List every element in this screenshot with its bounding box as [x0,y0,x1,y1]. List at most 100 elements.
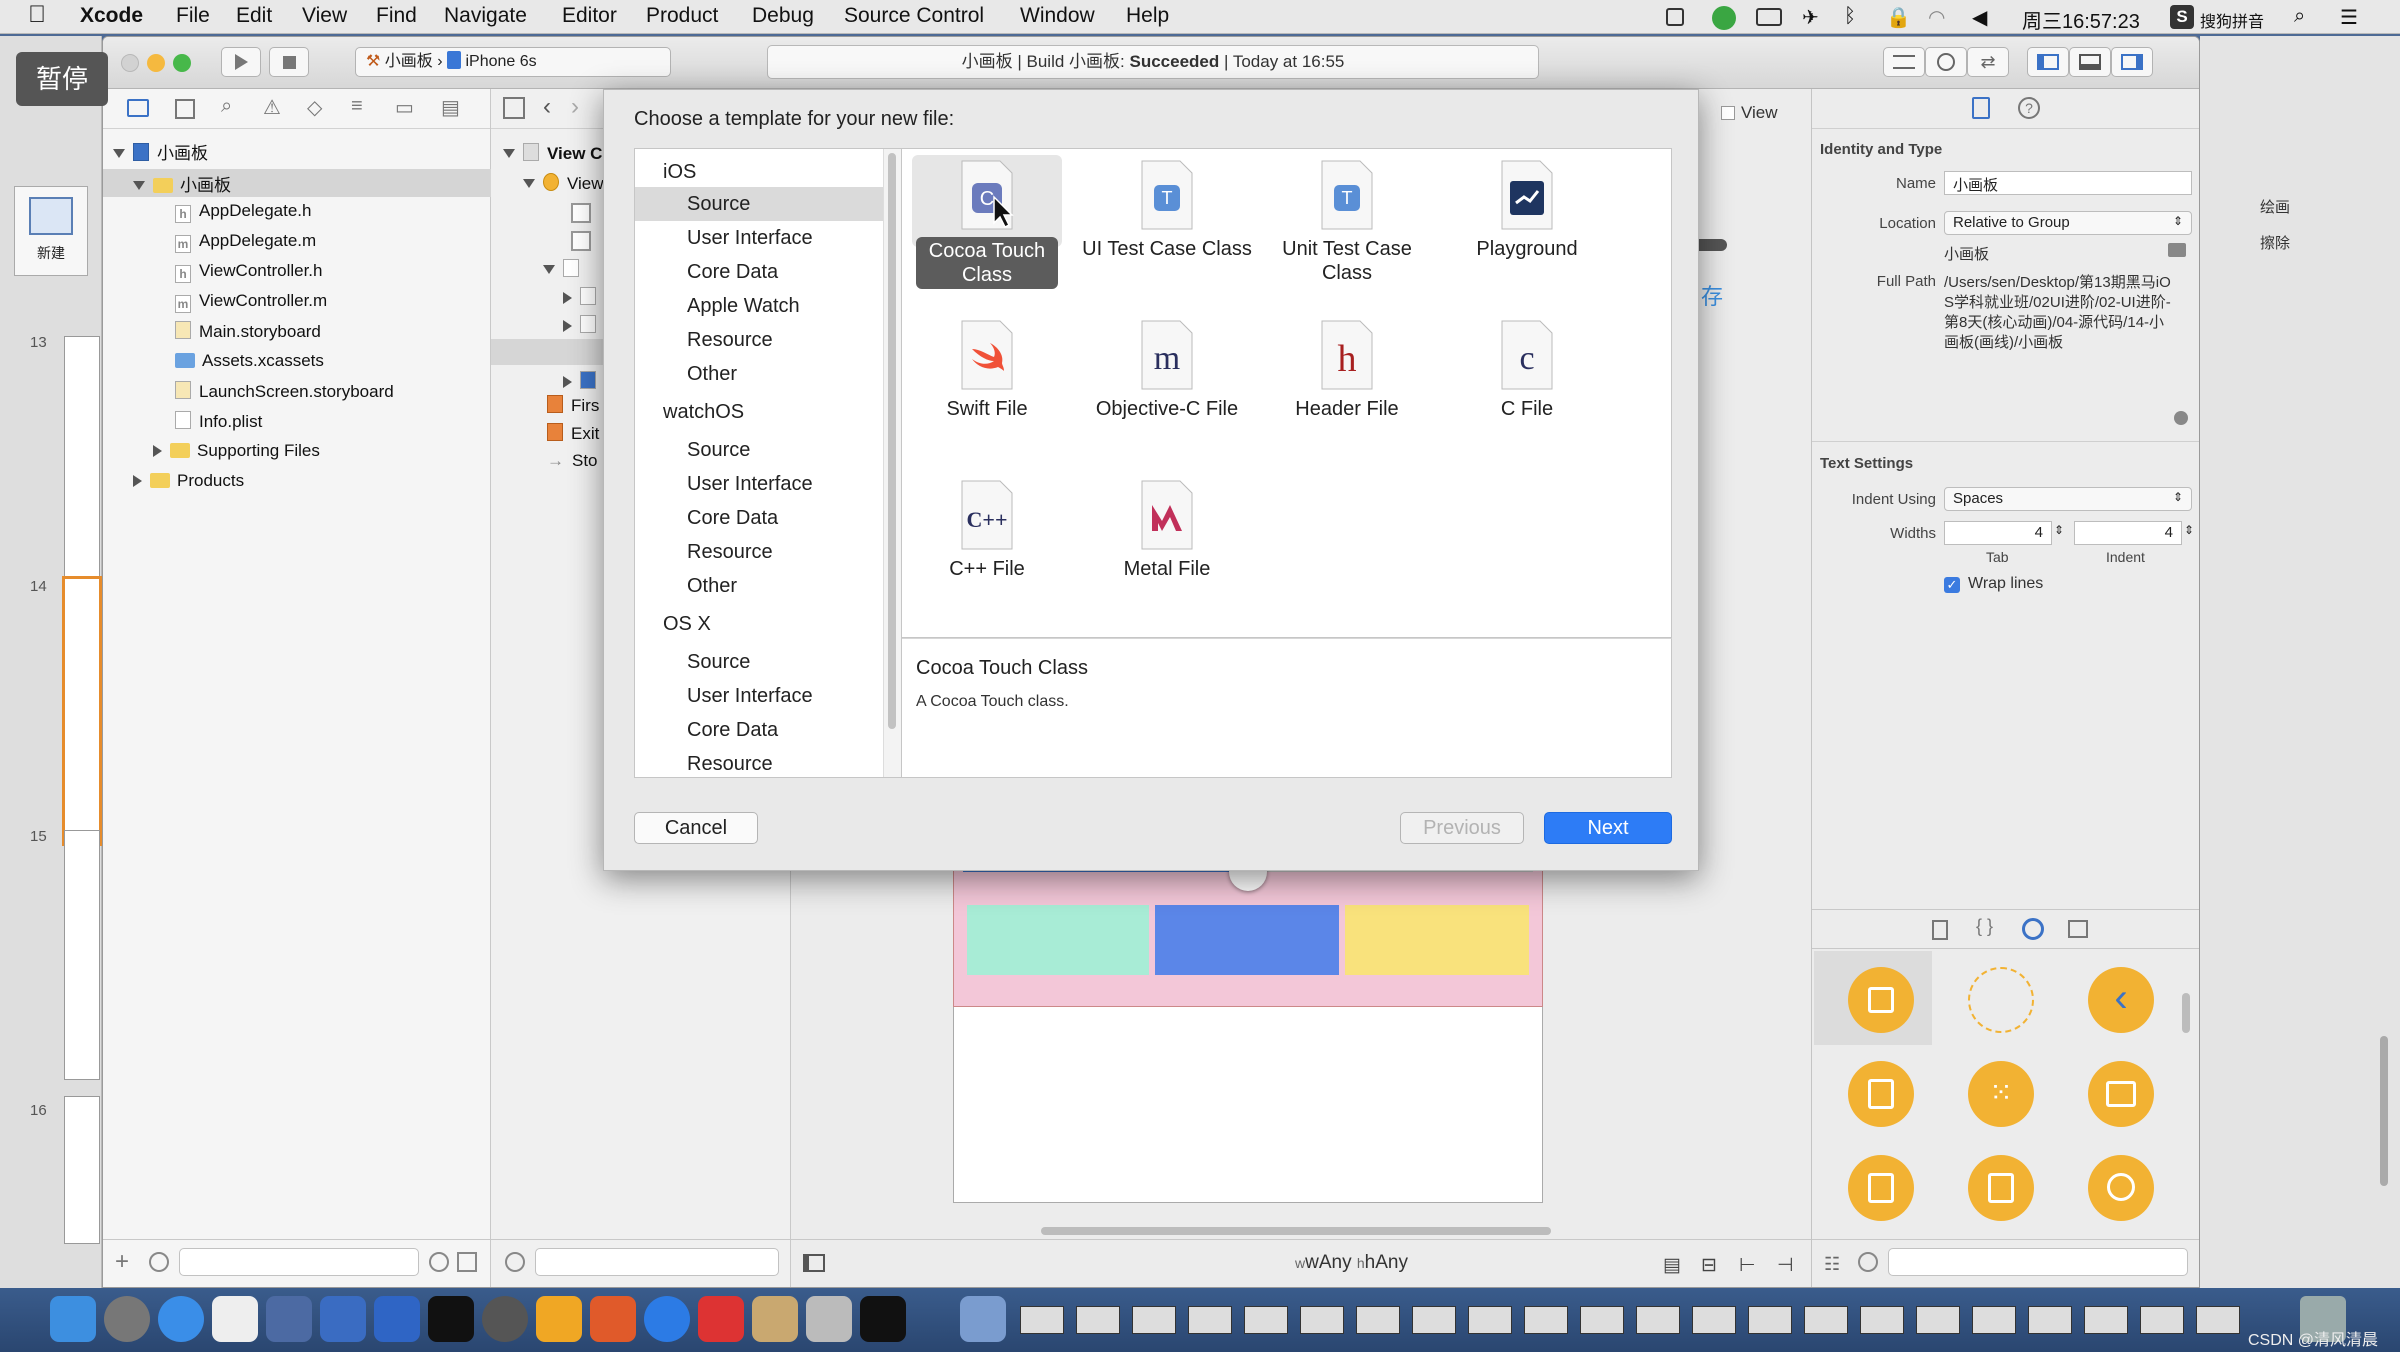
list-view-icon[interactable]: ☷ [1824,1254,1840,1275]
minimized-window-thumb[interactable] [1860,1306,1904,1334]
file-row[interactable]: h AppDelegate.h [175,201,311,223]
layout-guide-icon[interactable] [571,231,591,251]
assistant-editor-button[interactable] [1925,47,1967,77]
align-icon[interactable]: ⊟ [1701,1254,1717,1277]
minimized-window-thumb[interactable] [1300,1306,1344,1334]
pin-icon[interactable]: ⊢ [1739,1254,1756,1277]
category-item[interactable]: Other [687,363,737,386]
minimized-window-thumb[interactable] [1580,1306,1624,1334]
template-header-file[interactable]: h Header File [1262,319,1432,421]
next-button[interactable]: Next [1544,812,1672,844]
run-button[interactable] [221,47,261,77]
template-ui-test-case-class[interactable]: T UI Test Case Class [1082,159,1252,261]
status-green-icon[interactable] [1712,6,1736,30]
airplane-icon[interactable]: ✈ [1802,5,1819,30]
toggle-navigator-button[interactable] [2027,47,2069,77]
wifi-icon[interactable]: ◠ [1928,5,1945,30]
safari-icon[interactable] [158,1296,204,1342]
category-item[interactable]: Core Data [687,261,778,284]
menu-edit[interactable]: Edit [236,4,272,28]
supporting-files-row[interactable]: Supporting Files [153,441,320,461]
tab-bar-controller-icon[interactable] [2088,1061,2154,1127]
indent-using-select[interactable]: Spaces ⇕ [1944,487,2192,511]
menu-app-name[interactable]: Xcode [80,4,143,28]
launchpad-icon[interactable] [104,1296,150,1342]
instruments-icon[interactable] [374,1296,420,1342]
category-item[interactable]: Source [687,651,750,674]
minimize-button[interactable] [147,54,165,72]
simulator-icon[interactable] [960,1296,1006,1342]
menu-navigate[interactable]: Navigate [444,4,527,28]
file-row[interactable]: Info.plist [175,411,262,432]
category-item[interactable]: Resource [687,329,773,352]
minimized-window-thumb[interactable] [1244,1306,1288,1334]
products-row[interactable]: Products [133,471,244,491]
outline-first-responder[interactable]: Firs [547,395,599,416]
folder-nav-icon[interactable] [127,99,149,117]
category-item[interactable]: Apple Watch [687,295,800,318]
slide-thumb-15[interactable] [64,830,100,1080]
minimized-window-thumb[interactable] [1524,1306,1568,1334]
erase-tool-label[interactable]: 擦除 [2260,232,2290,253]
back-arrow-icon[interactable]: ‹ [543,93,551,121]
version-editor-button[interactable]: ⇄ [1967,47,2009,77]
related-items-icon[interactable] [503,97,525,119]
pause-badge[interactable]: 暂停 [16,52,108,106]
navigation-controller-icon[interactable]: ‹ [2088,967,2154,1033]
layout-guide-icon[interactable] [571,203,591,223]
menu-file[interactable]: File [176,4,210,28]
menu-view[interactable]: View [302,4,347,28]
bluetooth-icon[interactable]: ᛒ [1844,5,1856,28]
filter-icon[interactable] [1858,1252,1878,1272]
outline-toggle-icon[interactable] [803,1254,825,1272]
scheme-selector[interactable]: ⚒ 小画板 › iPhone 6s [355,47,671,77]
menu-window[interactable]: Window [1020,4,1095,28]
outline-subview-row[interactable] [563,371,604,392]
terminal-icon[interactable] [428,1296,474,1342]
app-icon[interactable] [698,1296,744,1342]
menu-product[interactable]: Product [646,4,718,28]
library-scrollbar[interactable] [2182,993,2190,1033]
minimized-window-thumb[interactable] [1020,1306,1064,1334]
find-nav-icon[interactable]: ⌕ [221,95,232,118]
camera-icon[interactable] [1756,8,1782,26]
cancel-button[interactable]: Cancel [634,812,758,844]
file-row[interactable]: LaunchScreen.storyboard [175,381,394,402]
location-select[interactable]: Relative to Group ⇕ [1944,211,2192,235]
minimized-window-thumb[interactable] [2028,1306,2072,1334]
minimized-window-thumb[interactable] [1636,1306,1680,1334]
blue-color-button[interactable] [1155,905,1339,975]
group-row[interactable]: 小画板 [133,171,231,196]
notification-center-icon[interactable]: ☰ [2340,5,2358,30]
report-nav-icon[interactable]: ▤ [441,95,460,120]
ime-label[interactable]: 搜狗拼音 [2200,8,2264,32]
standard-editor-button[interactable] [1883,47,1925,77]
sketch-icon[interactable] [536,1296,582,1342]
glkit-view-controller-icon[interactable] [2088,1155,2154,1221]
category-item[interactable]: User Interface [687,685,813,708]
new-slide-button[interactable]: 新建 [14,186,88,276]
project-row[interactable]: 小画板 [113,139,208,164]
toggle-debug-button[interactable] [2069,47,2111,77]
slide-thumb-16[interactable] [64,1096,100,1244]
debug-nav-icon[interactable]: ≡ [351,95,363,118]
code-snippet-icon[interactable]: { } [1976,916,1993,937]
split-view-controller-icon[interactable] [1848,1155,1914,1221]
console-icon[interactable] [860,1296,906,1342]
folder-icon[interactable] [2168,243,2186,257]
name-field[interactable]: 小画板 [1944,171,2192,195]
imovie-icon[interactable] [266,1296,312,1342]
indent-width-stepper[interactable]: ⇕ [2184,523,2194,537]
outline-subview-row[interactable] [563,287,604,308]
finder-icon[interactable] [50,1296,96,1342]
view-controller-object-icon[interactable] [1848,967,1914,1033]
category-item[interactable]: Source [687,193,750,216]
menu-help[interactable]: Help [1126,4,1169,28]
toggle-utilities-button[interactable] [2111,47,2153,77]
template-cpp-file[interactable]: C++ C++ File [902,479,1072,581]
powerpoint-icon[interactable] [590,1296,636,1342]
minimized-window-thumb[interactable] [1468,1306,1512,1334]
reveal-arrow-icon[interactable] [2174,411,2188,425]
category-scrollbar[interactable] [888,153,896,729]
outline-filter-input[interactable] [535,1248,779,1276]
